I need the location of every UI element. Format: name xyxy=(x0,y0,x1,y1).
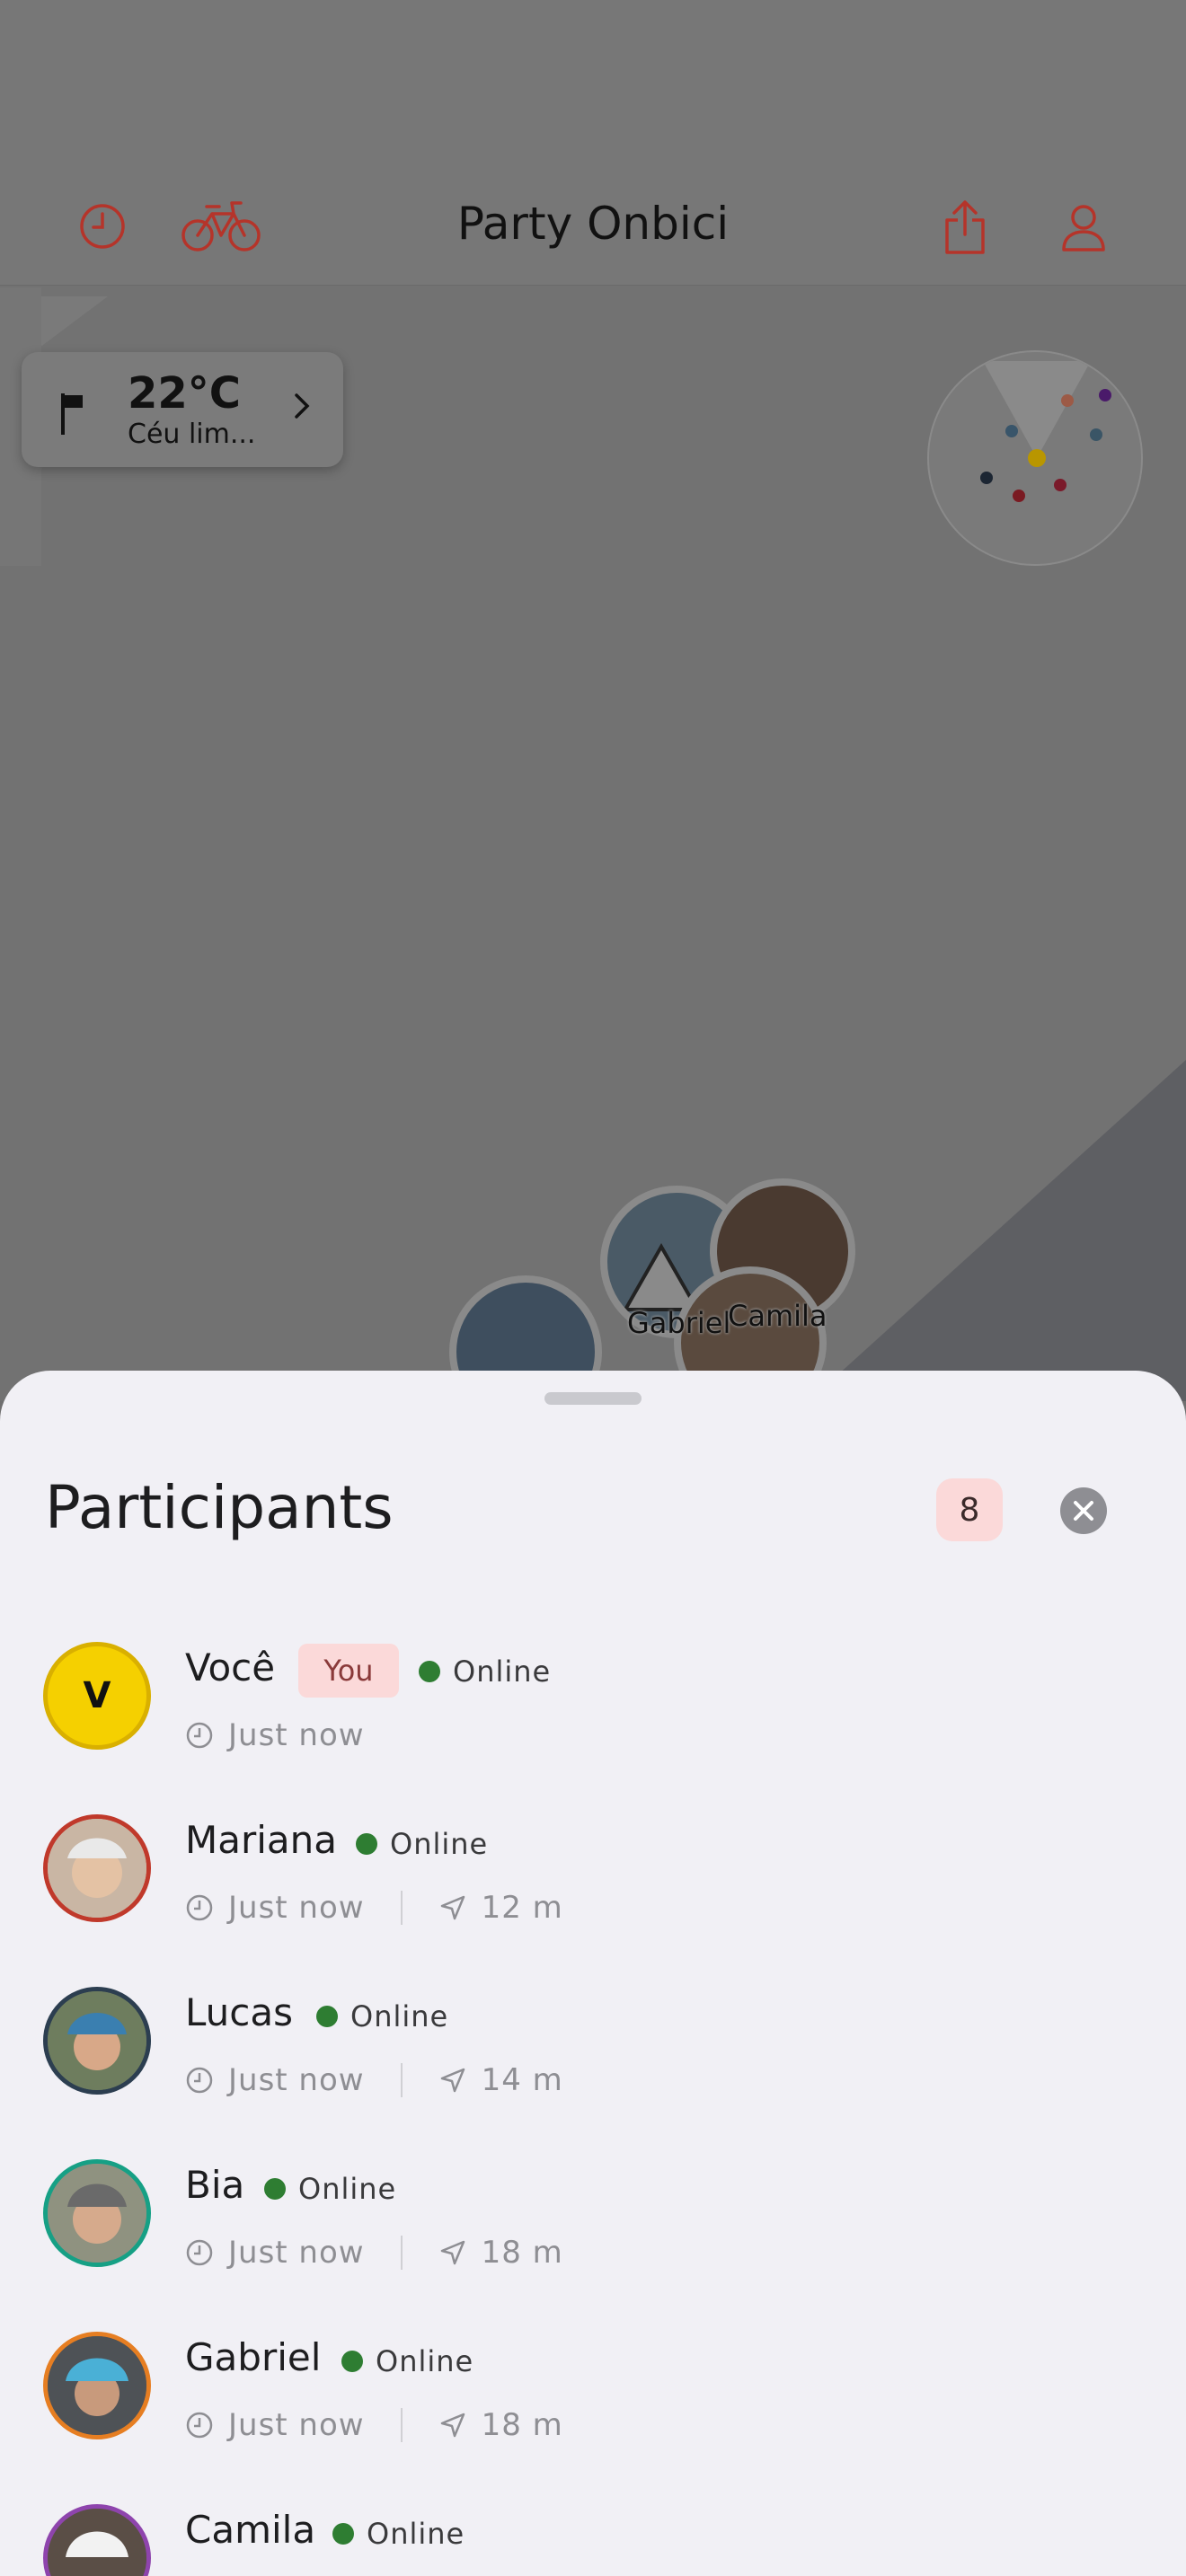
distance-text: 18 m xyxy=(481,2407,563,2443)
radar-dot xyxy=(1099,389,1111,401)
clock-icon xyxy=(186,2239,213,2266)
online-dot xyxy=(332,2523,354,2545)
online-dot xyxy=(264,2178,286,2200)
status-text: Online xyxy=(298,2172,397,2206)
weather-temperature: 22°C xyxy=(128,368,242,419)
close-icon xyxy=(1074,1501,1093,1521)
participant-count-badge: 8 xyxy=(936,1478,1003,1541)
online-dot xyxy=(356,1833,377,1855)
share-icon[interactable] xyxy=(940,198,990,257)
avatar xyxy=(43,2159,151,2267)
chevron-right-icon xyxy=(295,393,310,419)
participant-meta: Just now 18 m xyxy=(185,2235,563,2271)
sheet-grabber[interactable] xyxy=(544,1392,642,1405)
clock-icon xyxy=(186,2412,213,2439)
clock-icon xyxy=(186,1894,213,1921)
top-bar: Party Onbici xyxy=(0,0,1186,286)
radar-dot xyxy=(1090,428,1102,441)
map-pin-cluster[interactable]: Gabriel Camila xyxy=(440,1178,855,1428)
participant-row[interactable]: Gabriel Online Just now 18 m xyxy=(0,2332,1186,2504)
status-indicator: Online xyxy=(341,2344,474,2378)
radar-dot xyxy=(1005,425,1018,437)
clock-icon xyxy=(186,1722,213,1749)
participant-row[interactable]: V Você You Online Just now xyxy=(0,1642,1186,1814)
radar-dot xyxy=(1054,479,1067,491)
status-indicator: Online xyxy=(419,1654,551,1689)
distance-text: 18 m xyxy=(481,2235,563,2271)
participant-row[interactable]: Camila Online xyxy=(0,2504,1186,2576)
radar-view xyxy=(980,361,1111,502)
meta-divider xyxy=(400,2236,403,2270)
avatar-initial: V xyxy=(83,1675,111,1716)
participant-name: Lucas xyxy=(185,1990,293,2034)
participant-radar[interactable] xyxy=(927,350,1143,566)
status-indicator: Online xyxy=(356,1827,488,1861)
status-text: Online xyxy=(453,1654,552,1689)
meta-divider xyxy=(400,1891,403,1925)
avatar xyxy=(43,1814,151,1922)
status-text: Online xyxy=(376,2344,474,2378)
sheet-title: Participants xyxy=(45,1473,394,1542)
weather-description: Céu lim... xyxy=(128,419,256,450)
meta-divider xyxy=(400,2408,403,2442)
last-seen-text: Just now xyxy=(228,2235,365,2271)
participant-name: Bia xyxy=(185,2163,245,2207)
profile-icon[interactable] xyxy=(1058,201,1109,255)
avatar xyxy=(43,2332,151,2439)
distance-text: 14 m xyxy=(481,2062,563,2098)
radar-dot xyxy=(1061,394,1074,407)
map-pin-label: Camila xyxy=(728,1299,828,1333)
app-title: Party Onbici xyxy=(456,198,730,250)
location-arrow-icon xyxy=(440,2068,465,2093)
online-dot xyxy=(419,1661,440,1682)
participant-meta: Just now 12 m xyxy=(185,1890,563,1926)
participant-name: Gabriel xyxy=(185,2335,322,2379)
location-arrow-icon xyxy=(440,2240,465,2265)
avatar xyxy=(43,1987,151,2095)
location-arrow-icon xyxy=(440,2413,465,2438)
participants-sheet: Participants 8 V Você You Online Just no… xyxy=(0,1371,1186,2576)
status-text: Online xyxy=(390,1827,489,1861)
last-seen-text: Just now xyxy=(228,2407,365,2443)
map-pin-label: Gabriel xyxy=(627,1306,731,1340)
status-indicator: Online xyxy=(332,2517,465,2551)
participant-row[interactable]: Mariana Online Just now 12 m xyxy=(0,1814,1186,1987)
meta-divider xyxy=(400,2063,403,2097)
last-seen-text: Just now xyxy=(228,1717,365,1753)
status-text: Online xyxy=(367,2517,465,2551)
flag-icon xyxy=(61,393,83,435)
online-dot xyxy=(341,2351,363,2372)
distance-text: 12 m xyxy=(481,1890,563,1926)
last-seen-text: Just now xyxy=(228,2062,365,2098)
last-seen-text: Just now xyxy=(228,1890,365,1926)
clock-icon xyxy=(186,2067,213,2094)
participant-row[interactable]: Bia Online Just now 18 m xyxy=(0,2159,1186,2332)
close-button[interactable] xyxy=(1060,1487,1107,1534)
weather-card[interactable]: 22°C Céu lim... xyxy=(22,352,343,467)
participant-name: Você xyxy=(185,1645,276,1689)
you-badge: You xyxy=(298,1644,399,1698)
participant-meta: Just now 14 m xyxy=(185,2062,563,2098)
avatar: V xyxy=(43,1642,151,1750)
location-arrow-icon xyxy=(440,1895,465,1920)
radar-dot xyxy=(1013,490,1025,502)
participant-meta: Just now 18 m xyxy=(185,2407,563,2443)
participant-name: Mariana xyxy=(185,1818,338,1862)
radar-dot xyxy=(980,472,993,484)
radar-dot-self xyxy=(1028,449,1046,467)
participant-meta: Just now xyxy=(185,1717,365,1753)
status-text: Online xyxy=(350,1999,449,2033)
status-indicator: Online xyxy=(316,1999,448,2033)
status-indicator: Online xyxy=(264,2172,396,2206)
avatar xyxy=(43,2504,151,2576)
participant-row[interactable]: Lucas Online Just now 14 m xyxy=(0,1987,1186,2159)
participant-name: Camila xyxy=(185,2508,316,2552)
online-dot xyxy=(316,2006,338,2027)
